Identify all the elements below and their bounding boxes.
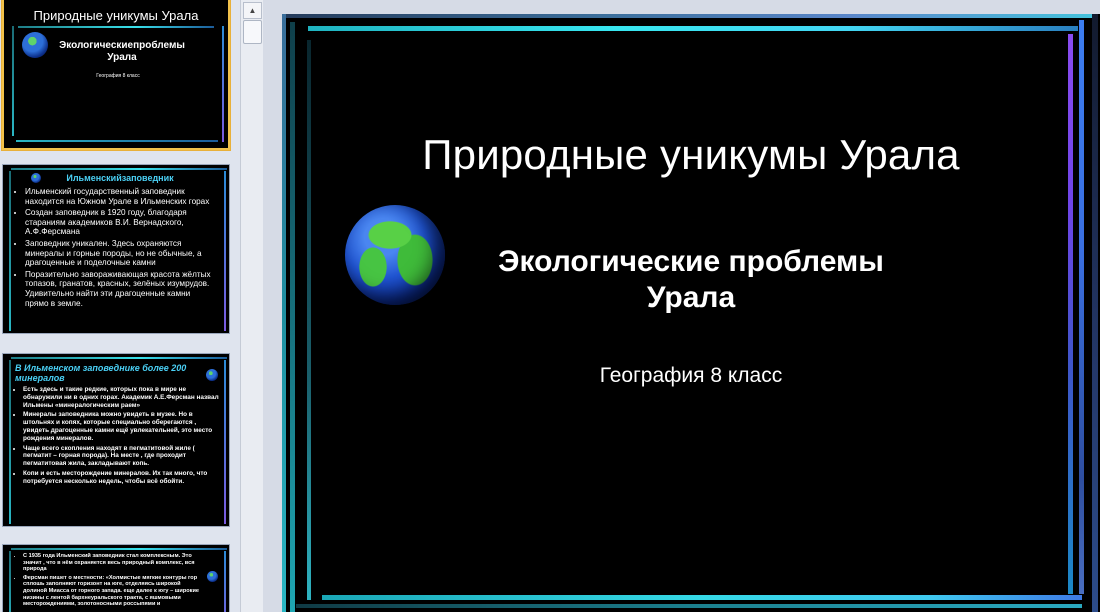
thumbnail-2-body: Ильменский государственный заповедник на… <box>15 187 215 310</box>
scrollbar-thumb[interactable] <box>243 20 262 44</box>
frame-right-inner <box>1068 34 1073 594</box>
list-item: Заповедник уникален. Здесь охраняются ми… <box>25 239 215 268</box>
globe-icon <box>207 571 218 582</box>
frame-right-outer-2 <box>1092 14 1098 612</box>
slide-caption[interactable]: География 8 класс <box>542 364 840 388</box>
slide-title[interactable]: Природные уникумы Урала <box>282 131 1100 179</box>
list-item: С 1935 года Ильменский заповедник стал к… <box>23 553 205 573</box>
slide-thumbnail-2[interactable]: Ильменскийзаповедник Ильменский государс… <box>2 164 230 334</box>
frame-top-outer <box>282 14 1094 18</box>
list-item: Ильменский государственный заповедник на… <box>25 187 215 206</box>
thumbnail-4-body: С 1935 года Ильменский заповедник стал к… <box>13 553 205 610</box>
list-item: Чаще всего скопления находят в пегматито… <box>23 445 219 468</box>
list-item: Ферсман пишет о местности: «Холмистые мя… <box>23 575 205 608</box>
frame-left-outer <box>282 14 286 612</box>
thumbnail-2-title: Ильменскийзаповедник <box>66 173 174 183</box>
frame-right-outer <box>1079 20 1084 594</box>
slide-thumbnail-4[interactable]: С 1935 года Ильменский заповедник стал к… <box>2 544 230 612</box>
globe-icon <box>31 173 41 183</box>
slide-subtitle[interactable]: Экологические проблемы Урала <box>452 244 930 316</box>
thumbnail-3-body: Есть здесь и такие редкие, которых пока … <box>13 386 219 488</box>
slide-thumbnail-3[interactable]: В Ильменском заповеднике более 200 минер… <box>2 353 230 527</box>
pane-splitter[interactable] <box>263 0 281 612</box>
frame-left-inner-2 <box>307 40 311 600</box>
slide-thumbnail-1[interactable]: Природные уникумы Урала Экологическиепро… <box>2 0 230 150</box>
slides-thumbnail-pane: Природные уникумы Урала Экологическиепро… <box>0 0 240 612</box>
frame-top-inner <box>308 26 1078 31</box>
thumbnail-1-subtitle: Экологическиепроблемы Урала <box>59 40 185 63</box>
globe-icon <box>345 205 445 305</box>
globe-icon <box>22 32 48 58</box>
list-item: Копи и есть месторождение минералов. Их … <box>23 470 219 486</box>
frame-bottom-inner <box>322 595 1082 600</box>
list-item: Поразительно завораживающая красота жёлт… <box>25 270 215 308</box>
list-item: Создан заповедник в 1920 году, благодаря… <box>25 208 215 237</box>
frame-bottom-outer <box>296 604 1082 608</box>
list-item: Минералы заповедника можно увидеть в муз… <box>23 411 219 442</box>
list-item: Есть здесь и такие редкие, которых пока … <box>23 386 219 409</box>
thumbnail-1-caption: География 8 класс <box>96 73 140 79</box>
slide-canvas[interactable]: Природные уникумы Урала Экологические пр… <box>282 14 1100 612</box>
globe-icon <box>206 369 218 381</box>
thumbnail-scrollbar[interactable]: ▲ <box>240 0 263 612</box>
thumbnail-3-title: В Ильменском заповеднике более 200 минер… <box>15 363 187 383</box>
thumbnail-1-title: Природные уникумы Урала <box>33 8 199 23</box>
frame-left-inner <box>290 22 295 612</box>
scroll-up-arrow-icon[interactable]: ▲ <box>243 2 262 19</box>
